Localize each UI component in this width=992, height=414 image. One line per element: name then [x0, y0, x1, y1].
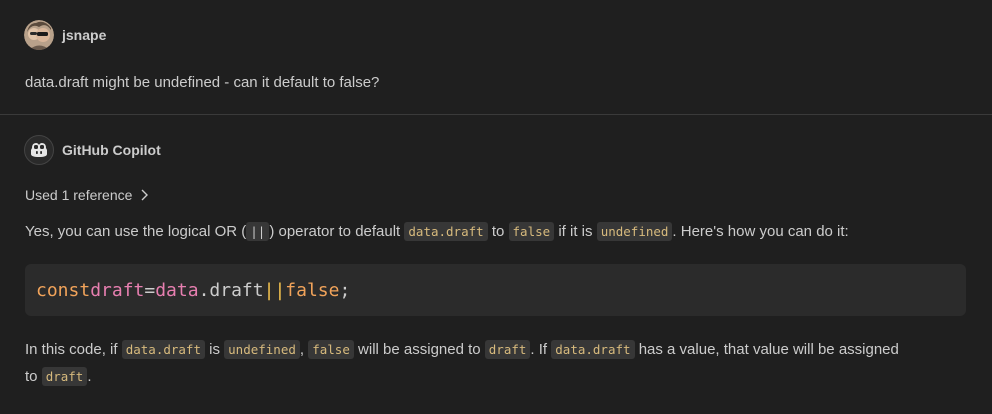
- user-message-header: jsnape: [24, 20, 106, 50]
- inline-code: undefined: [224, 340, 300, 359]
- user-message: jsnape data.draft might be undefined - c…: [0, 0, 992, 114]
- message-divider: [0, 114, 992, 115]
- code-semicolon: ;: [339, 279, 351, 301]
- inline-code: data.draft: [121, 340, 205, 359]
- code-object: data: [155, 279, 199, 301]
- result-paragraph-line-2: to draft.: [25, 363, 92, 390]
- inline-code: data.draft: [404, 222, 488, 241]
- explanation-paragraph: Yes, you can use the logical OR (||) ope…: [25, 218, 849, 245]
- inline-code: false: [308, 340, 354, 359]
- code-equals: =: [144, 279, 156, 301]
- copilot-glyph: [31, 143, 47, 157]
- code-literal: false: [285, 279, 340, 301]
- inline-code: draft: [484, 340, 531, 359]
- code-variable: draft: [90, 279, 145, 301]
- user-message-text: data.draft might be undefined - can it d…: [25, 74, 380, 91]
- text-span: to: [25, 368, 42, 385]
- references-label: Used 1 reference: [25, 187, 133, 203]
- chevron-right-icon: [140, 189, 149, 201]
- code-keyword: const: [36, 279, 91, 301]
- code-or-operator: ||: [263, 279, 286, 301]
- references-toggle[interactable]: Used 1 reference: [25, 187, 149, 203]
- text-span: . Here's how you can do it:: [672, 223, 849, 240]
- text-span: will be assigned to: [353, 341, 485, 358]
- text-span: if it is: [554, 223, 597, 240]
- inline-code: data.draft: [551, 340, 635, 359]
- text-span: is: [204, 341, 225, 358]
- copilot-icon: [24, 135, 54, 165]
- username: jsnape: [62, 27, 107, 43]
- assistant-name: GitHub Copilot: [62, 142, 161, 158]
- text-span: has a value, that value will be assigned: [634, 341, 899, 358]
- text-span: . If: [530, 341, 552, 358]
- chat-panel: jsnape data.draft might be undefined - c…: [0, 0, 992, 414]
- code-block[interactable]: const draft = data .draft || false;: [25, 264, 966, 316]
- user-avatar-icon: [24, 20, 54, 50]
- text-span: .: [87, 368, 92, 385]
- text-span: ) operator to default: [269, 223, 405, 240]
- inline-code: ||: [246, 222, 270, 241]
- code-property: .draft: [198, 279, 264, 301]
- inline-code: draft: [41, 367, 88, 386]
- assistant-message-header: GitHub Copilot: [24, 135, 161, 165]
- inline-code: false: [508, 222, 555, 241]
- text-span: In this code, if: [25, 341, 122, 358]
- user-avatar[interactable]: [24, 20, 54, 50]
- text-span: Yes, you can use the logical OR (: [25, 223, 247, 240]
- result-paragraph-line-1: In this code, if data.draft is undefined…: [25, 336, 899, 363]
- text-span: ,: [299, 341, 309, 358]
- text-span: to: [487, 223, 509, 240]
- inline-code: undefined: [596, 222, 673, 241]
